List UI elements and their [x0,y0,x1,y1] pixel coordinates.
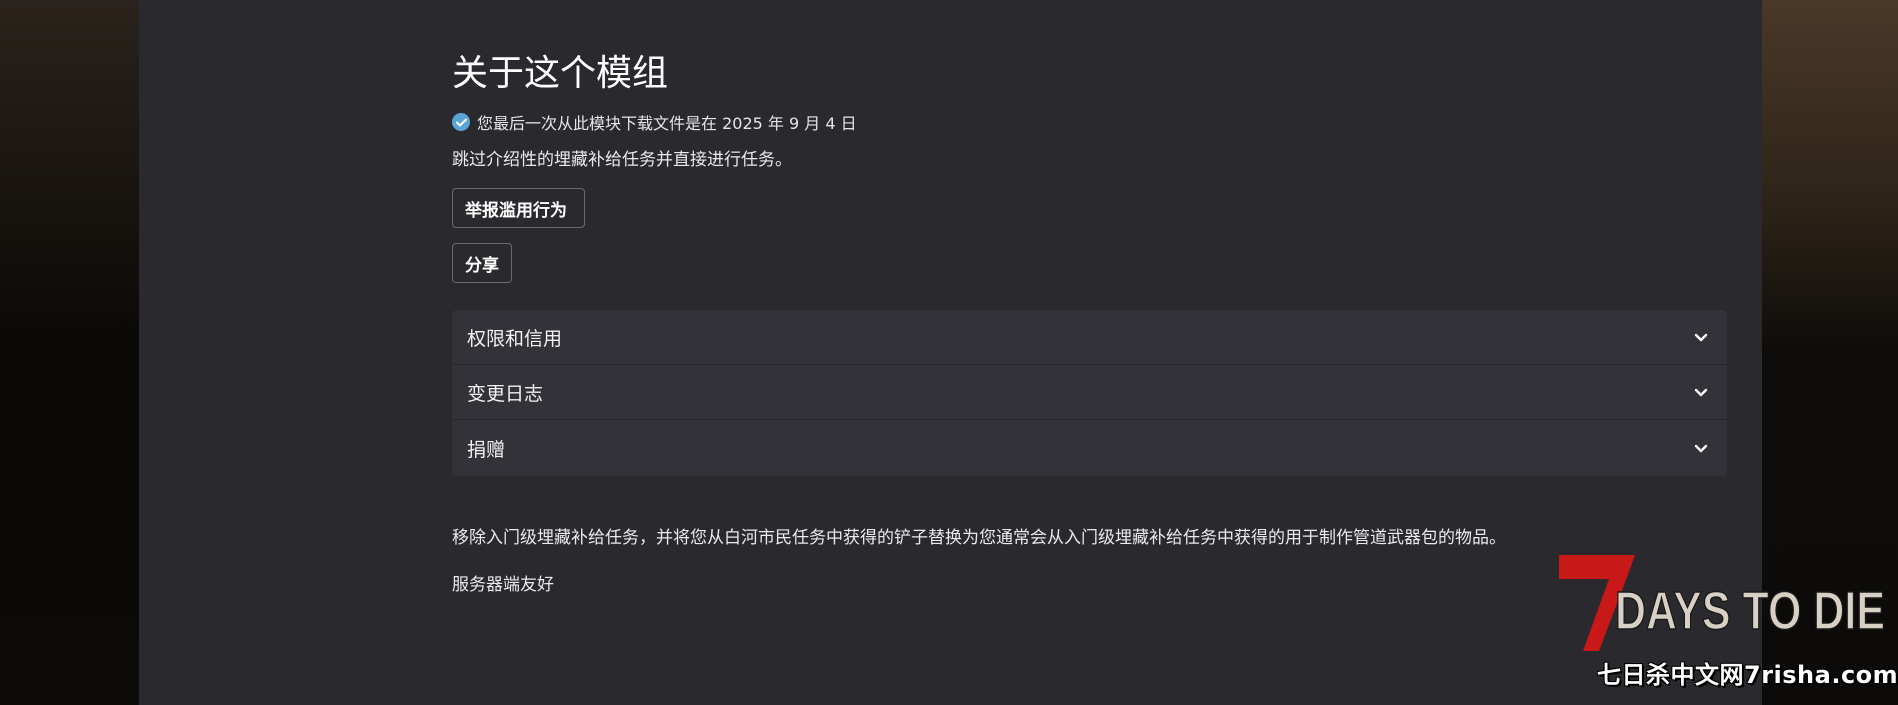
site-watermark-text: 七日杀中文网7risha.com [1597,661,1898,689]
mod-info-accordion: 权限和信用 变更日志 捐赠 [452,310,1727,476]
accordion-permissions-credits[interactable]: 权限和信用 [452,310,1727,365]
mod-description-panel: 关于这个模组 您最后一次从此模块下载文件是在 2025 年 9 月 4 日 跳过… [139,0,1762,705]
svg-text:DAYS TO DIE: DAYS TO DIE [1615,581,1885,641]
chevron-down-icon[interactable] [1693,329,1709,345]
chevron-down-icon[interactable] [1693,384,1709,400]
accordion-changelog[interactable]: 变更日志 [452,365,1727,420]
site-watermark: DAYS TO DIE 七日杀中文网7risha.com [1555,553,1898,693]
last-download-notice: 您最后一次从此模块下载文件是在 2025 年 9 月 4 日 [452,111,857,133]
last-download-text: 您最后一次从此模块下载文件是在 2025 年 9 月 4 日 [477,114,857,133]
accordion-label: 权限和信用 [467,327,563,350]
page-background-left [0,0,139,705]
section-title: 关于这个模组 [452,53,669,94]
share-button[interactable]: 分享 [452,243,512,283]
accordion-label: 变更日志 [467,382,544,405]
mod-summary: 跳过介绍性的埋藏补给任务并直接进行任务。 [452,150,792,170]
chevron-down-icon[interactable] [1693,440,1709,456]
accordion-label: 捐赠 [467,438,506,461]
checkmark-icon [452,113,470,131]
server-side-note: 服务器端友好 [452,575,554,595]
game-logo: DAYS TO DIE [1559,555,1886,651]
accordion-donations[interactable]: 捐赠 [452,420,1727,476]
mod-full-description: 移除入门级埋藏补给任务，并将您从白河市民任务中获得的铲子替换为您通常会从入门级埋… [452,528,1506,548]
report-abuse-button[interactable]: 举报滥用行为 [452,188,585,228]
